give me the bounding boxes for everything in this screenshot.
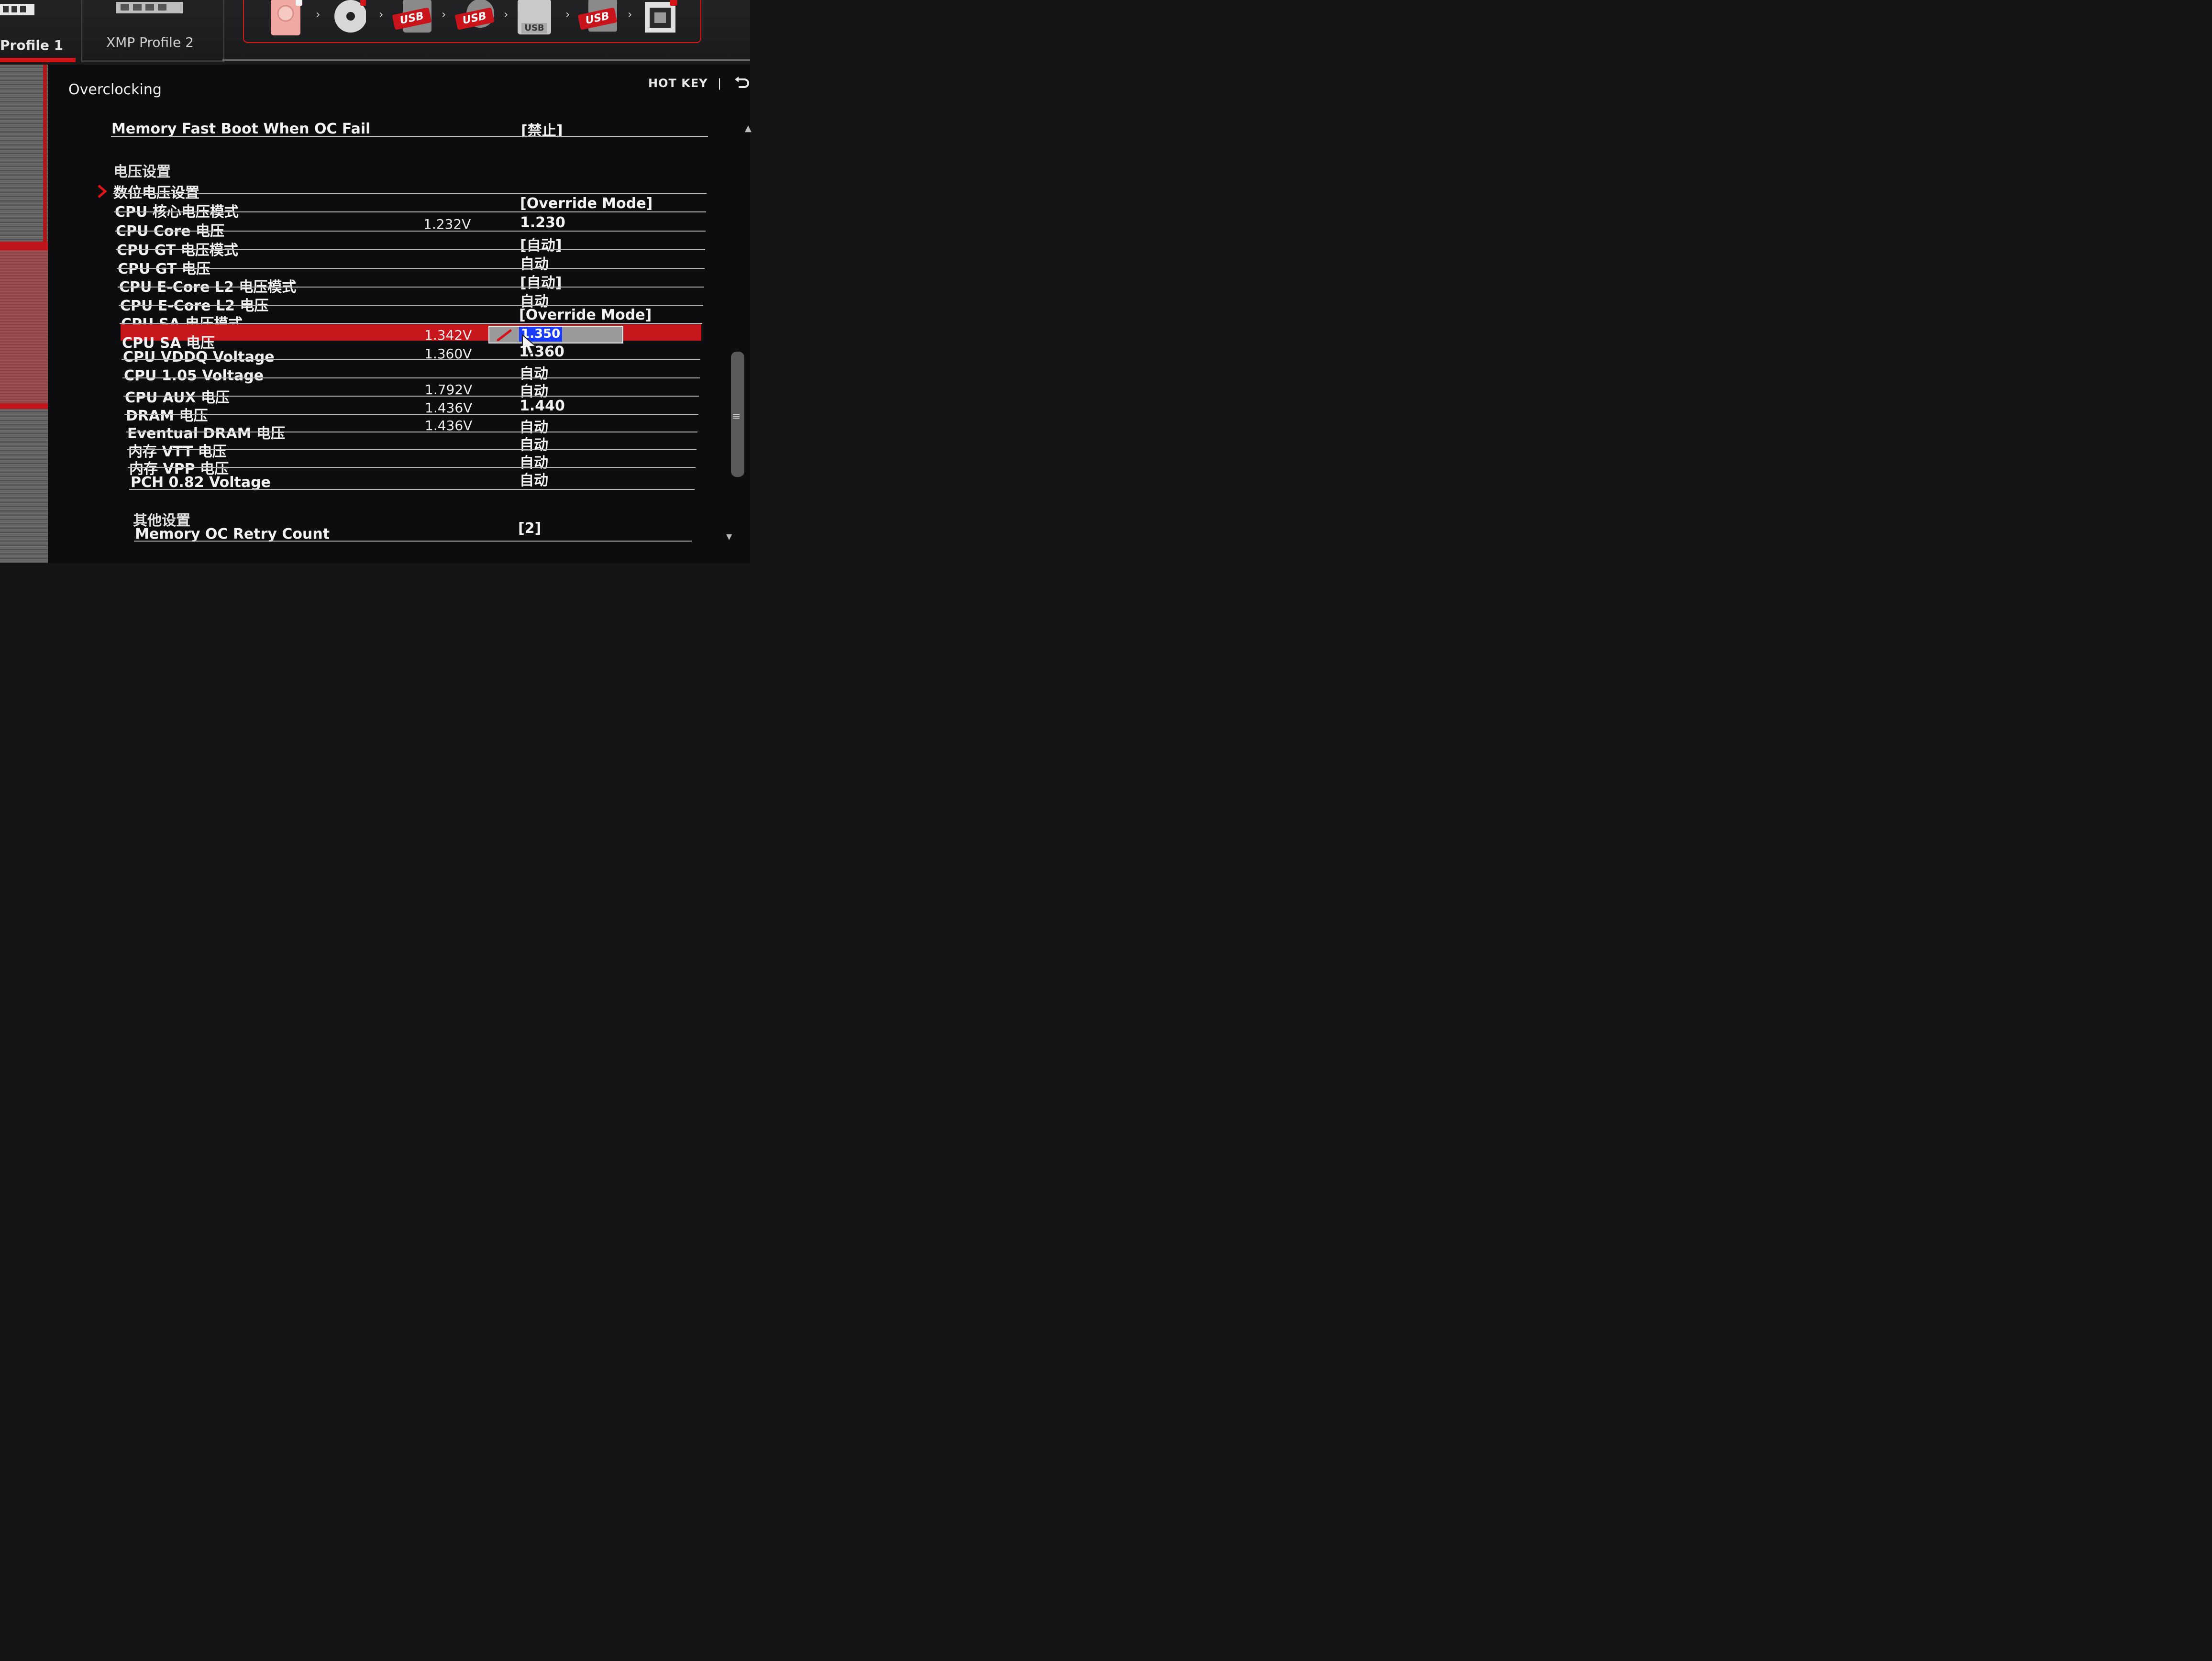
setting-dram-voltage-value[interactable]: 1.440 (520, 398, 565, 414)
chevron-right-icon: › (628, 8, 632, 21)
chevron-right-icon: › (442, 8, 446, 21)
setting-memory-fast-boot-label[interactable]: Memory Fast Boot When OC Fail (111, 121, 370, 137)
row-divider (118, 287, 704, 288)
setting-cpu-ecore-l2-voltage-mode-label[interactable]: CPU E-Core L2 电压模式 (119, 275, 296, 296)
setting-cpu-sa-voltage-current: 1.342V (424, 327, 472, 343)
tab-active-indicator (0, 58, 76, 62)
row-divider (127, 449, 697, 450)
row-divider (122, 377, 700, 378)
setting-cpu-gt-voltage-mode-label[interactable]: CPU GT 电压模式 (117, 238, 238, 259)
back-icon[interactable] (733, 77, 749, 91)
rail-frame (43, 65, 47, 242)
usb-hdd-icon[interactable]: USB (392, 0, 436, 37)
usb-floppy-icon[interactable]: USB (577, 0, 622, 37)
row-divider (113, 193, 707, 194)
row-divider (119, 305, 703, 306)
row-divider (116, 249, 705, 250)
tab-label: XMP Profile 2 (106, 34, 194, 50)
divider (222, 59, 750, 61)
row-divider (124, 414, 698, 415)
setting-memory-oc-retry-count-label[interactable]: Memory OC Retry Count (135, 526, 330, 543)
menu-item-overclocking-image (0, 250, 54, 403)
submenu-digital-voltage[interactable]: 数位电压设置 (113, 181, 199, 202)
row-divider (114, 211, 706, 212)
boot-priority-bar: › › USB › USB › USB › USB › (243, 0, 701, 43)
setting-pch-082-voltage-value[interactable]: 自动 (520, 468, 548, 489)
row-divider (115, 231, 706, 232)
scroll-down-icon[interactable]: ▼ (726, 532, 732, 541)
row-divider (111, 136, 708, 137)
network-icon[interactable] (644, 0, 677, 37)
tab-xmp-profile-1[interactable]: Profile 1 (0, 0, 77, 62)
optical-disc-icon[interactable] (332, 0, 366, 37)
row-divider (122, 359, 700, 360)
setting-memory-oc-retry-count-value[interactable]: [2] (518, 520, 541, 537)
chevron-right-icon: › (565, 8, 570, 21)
row-divider (128, 467, 696, 468)
setting-cpu-vddq-voltage-value[interactable]: 1.360 (519, 343, 564, 360)
chevron-right-icon (98, 185, 107, 198)
usb-key-label: USB (521, 23, 547, 33)
usb-cd-icon[interactable]: USB (454, 0, 499, 37)
usb-key-icon[interactable]: USB (518, 0, 561, 37)
tab-xmp-profile-2[interactable]: XMP Profile 2 (81, 0, 224, 62)
tab-indicator (82, 60, 223, 62)
row-divider (120, 323, 702, 324)
setting-cpu-core-voltage-mode-label[interactable]: CPU 核心电压模式 (115, 200, 239, 221)
pencil-icon (497, 329, 512, 341)
setting-cpu-core-voltage-label[interactable]: CPU Core 电压 (116, 219, 224, 240)
top-bar: Profile 1 XMP Profile 2 › › USB › USB › … (0, 0, 750, 65)
setting-cpu-vddq-voltage-label[interactable]: CPU VDDQ Voltage (123, 349, 275, 365)
setting-cpu-gt-voltage-mode-value[interactable]: [自动] (520, 233, 562, 255)
chevron-right-icon: › (504, 8, 509, 21)
scrollbar-grip-icon[interactable]: ≡ (732, 410, 741, 422)
voltage-settings-heading: 电压设置 (113, 164, 171, 180)
chevron-right-icon: › (379, 8, 384, 21)
row-divider (123, 396, 699, 397)
hotkey-separator: | (718, 77, 722, 90)
setting-cpu-sa-voltage-mode-value[interactable]: [Override Mode] (519, 307, 652, 323)
row-divider (117, 268, 705, 269)
hotkey-button[interactable]: HOT KEY (648, 77, 708, 90)
setting-pch-082-voltage-label[interactable]: PCH 0.82 Voltage (131, 474, 271, 491)
setting-cpu-core-voltage-value[interactable]: 1.230 (520, 214, 565, 231)
setting-cpu-core-voltage-current: 1.232V (423, 216, 471, 232)
cpu-sa-voltage-edit-field[interactable]: 1.350 (488, 326, 623, 343)
setting-cpu-105-voltage-label[interactable]: CPU 1.05 Voltage (124, 367, 264, 384)
setting-cpu-core-voltage-mode-value[interactable]: [Override Mode] (520, 195, 653, 212)
setting-cpu-ecore-l2-voltage-mode-value[interactable]: [自动] (520, 271, 562, 292)
chevron-right-icon: › (316, 8, 321, 21)
page-title: Overclocking (68, 81, 162, 98)
scroll-up-icon[interactable]: ▲ (745, 123, 752, 133)
row-divider (129, 489, 695, 490)
tab-label: Profile 1 (0, 37, 64, 53)
ram-icon (0, 4, 34, 15)
hdd-icon[interactable] (269, 0, 302, 37)
setting-cpu-gt-voltage-value[interactable]: 自动 (520, 252, 549, 273)
ram-icon (116, 2, 183, 13)
row-divider (134, 541, 692, 542)
